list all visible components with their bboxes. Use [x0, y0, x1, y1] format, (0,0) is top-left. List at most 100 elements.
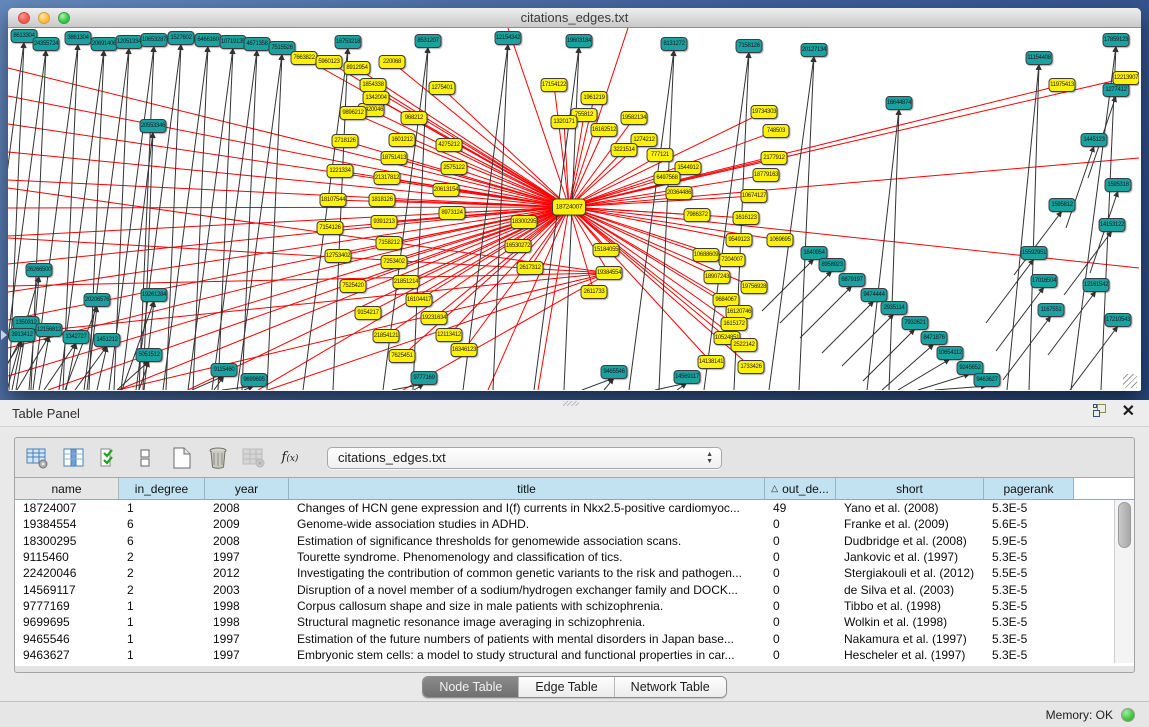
- graph-node[interactable]: 5051512: [136, 348, 163, 362]
- graph-node[interactable]: 12156812: [36, 323, 63, 337]
- graph-node[interactable]: 16644874: [886, 96, 913, 110]
- graph-node[interactable]: 20553346: [140, 119, 167, 133]
- graph-node[interactable]: 9154217: [355, 306, 382, 320]
- graph-node[interactable]: 9896212: [340, 106, 367, 120]
- graph-node[interactable]: 19231634: [421, 311, 448, 325]
- table-panel-titlebar[interactable]: Table Panel ✕: [0, 400, 1149, 427]
- graph-node[interactable]: 12051334: [116, 35, 143, 49]
- graph-node[interactable]: 20364486: [666, 186, 693, 200]
- table-cell[interactable]: 0: [765, 630, 836, 646]
- graph-node[interactable]: 12113412: [436, 328, 463, 342]
- graph-node[interactable]: 9777169: [411, 371, 438, 385]
- column-header-out_de[interactable]: △out_de...: [765, 478, 836, 499]
- graph-node[interactable]: 10674127: [741, 189, 768, 203]
- table-cell[interactable]: Estimation of significance thresholds fo…: [289, 533, 765, 549]
- graph-node[interactable]: 9699695: [241, 373, 268, 387]
- table-cell[interactable]: Tourette syndrome. Phenomenology and cla…: [289, 549, 765, 565]
- graph-node[interactable]: 10653287: [141, 33, 168, 47]
- graph-node[interactable]: 16162512: [591, 123, 618, 137]
- table-row[interactable]: 1872400712008Changes of HCN gene express…: [15, 500, 1134, 516]
- graph-node[interactable]: 18300295: [511, 215, 538, 229]
- select-all-icon[interactable]: [97, 445, 123, 471]
- graph-node[interactable]: 3221514: [611, 143, 638, 157]
- table-cell[interactable]: Nakamura et al. (1997): [836, 630, 984, 646]
- tab-edge-table[interactable]: Edge Table: [519, 677, 614, 697]
- table-cell[interactable]: Hescheler et al. (1997): [836, 647, 984, 663]
- graph-node[interactable]: 19582134: [621, 111, 648, 125]
- graph-node[interactable]: 10654112: [937, 346, 964, 360]
- graph-node[interactable]: 12753402: [325, 249, 352, 263]
- table-row[interactable]: 1456911722003Disruption of a novel membe…: [15, 581, 1134, 597]
- graph-node[interactable]: 12161542: [1083, 278, 1110, 292]
- table-cell[interactable]: Dudbridge et al. (2008): [836, 533, 984, 549]
- table-cell[interactable]: 1998: [205, 614, 289, 630]
- graph-node[interactable]: 7986372: [684, 208, 711, 222]
- column-header-in_degree[interactable]: in_degree: [119, 478, 205, 499]
- graph-node[interactable]: 17016504: [1031, 274, 1058, 288]
- graph-node[interactable]: 16530272: [505, 239, 532, 253]
- graph-node[interactable]: 21317812: [374, 171, 401, 185]
- graph-node[interactable]: 21854121: [373, 329, 400, 343]
- column-header-name[interactable]: name: [15, 478, 119, 499]
- table-cell[interactable]: 5.3E-5: [984, 614, 1074, 630]
- graph-node[interactable]: 220068: [379, 55, 406, 69]
- graph-node[interactable]: 3861304: [65, 31, 92, 45]
- clear-selection-icon[interactable]: [133, 445, 159, 471]
- graph-node[interactable]: 7158126: [736, 39, 763, 53]
- graph-node[interactable]: 8958923: [819, 258, 846, 272]
- graph-node[interactable]: 7663822: [291, 51, 318, 65]
- table-cell[interactable]: 0: [765, 598, 836, 614]
- graph-node[interactable]: 19603184: [566, 34, 593, 48]
- table-cell[interactable]: 0: [765, 614, 836, 630]
- table-cell[interactable]: 22420046: [15, 565, 119, 581]
- graph-node[interactable]: 18779163: [753, 168, 780, 182]
- graph-node[interactable]: 18724007: [552, 199, 586, 216]
- column-header-short[interactable]: short: [836, 478, 984, 499]
- table-row[interactable]: 2242004622012Investigating the contribut…: [15, 565, 1134, 581]
- table-cell[interactable]: 0: [765, 549, 836, 565]
- graph-node[interactable]: 1069695: [767, 233, 794, 247]
- table-cell[interactable]: Disruption of a novel member of a sodium…: [289, 581, 765, 597]
- table-row[interactable]: 946362711997Embryonic stem cells: a mode…: [15, 647, 1134, 663]
- table-cell[interactable]: de Silva et al. (2003): [836, 581, 984, 597]
- tab-node-table[interactable]: Node Table: [423, 677, 519, 697]
- table-cell[interactable]: 14569117: [15, 581, 119, 597]
- graph-node[interactable]: 11154408: [1026, 51, 1053, 65]
- column-header-pagerank[interactable]: pagerank: [984, 478, 1074, 499]
- graph-node[interactable]: 6466160: [195, 33, 222, 47]
- graph-node[interactable]: 6497568: [654, 171, 681, 185]
- table-cell[interactable]: 19384554: [15, 516, 119, 532]
- graph-node[interactable]: 1854338: [360, 78, 387, 92]
- table-cell[interactable]: 0: [765, 516, 836, 532]
- graph-node[interactable]: 16346123: [451, 343, 478, 357]
- graph-node[interactable]: 5960123: [316, 55, 343, 69]
- graph-node[interactable]: 1733426: [738, 360, 765, 374]
- table-cell[interactable]: Structural magnetic resonance image aver…: [289, 614, 765, 630]
- table-cell[interactable]: 6: [119, 533, 205, 549]
- table-cell[interactable]: 5.3E-5: [984, 630, 1074, 646]
- graph-node[interactable]: 1342004: [363, 91, 390, 105]
- table-cell[interactable]: 2: [119, 565, 205, 581]
- graph-node[interactable]: 10719135: [220, 35, 247, 49]
- table-row[interactable]: 911546021997Tourette syndrome. Phenomeno…: [15, 549, 1134, 565]
- table-cell[interactable]: 1: [119, 630, 205, 646]
- graph-node[interactable]: 1221334: [327, 164, 354, 178]
- graph-node[interactable]: 16104417: [406, 293, 433, 307]
- graph-node[interactable]: 2718126: [332, 134, 359, 148]
- graph-node[interactable]: 1961219: [581, 91, 608, 105]
- table-cell[interactable]: 0: [765, 581, 836, 597]
- graph-node[interactable]: 20691406: [91, 37, 118, 51]
- graph-node[interactable]: 4671358: [244, 37, 271, 51]
- table-cell[interactable]: 5.3E-5: [984, 581, 1074, 597]
- graph-node[interactable]: 8471876: [921, 331, 948, 345]
- table-selector-dropdown[interactable]: citations_edges.txt ▲▼: [327, 447, 722, 469]
- table-cell[interactable]: 9465546: [15, 630, 119, 646]
- network-window[interactable]: citations_edges.txt 86133042435572438613…: [8, 8, 1141, 391]
- graph-node[interactable]: 9115460: [211, 363, 238, 377]
- graph-node[interactable]: 1277412: [1103, 83, 1130, 97]
- table-cell[interactable]: 1997: [205, 549, 289, 565]
- graph-node[interactable]: 21851214: [393, 275, 420, 289]
- graph-node[interactable]: 9463627: [974, 373, 1001, 387]
- graph-node[interactable]: 18907243: [704, 270, 731, 284]
- table-cell[interactable]: 5.6E-5: [984, 516, 1074, 532]
